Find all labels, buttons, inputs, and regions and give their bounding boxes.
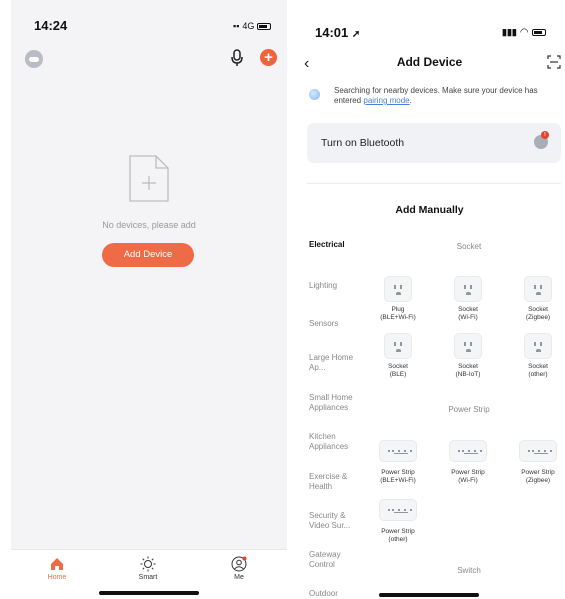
add-device-screen: 14:01 ➚ ▮▮▮ ◠ ‹ Add Device Searching for… [294,0,565,599]
device-protocol: (BLE+Wi-Fi) [380,477,416,484]
tab-smart[interactable]: Smart [118,556,178,581]
device-tile[interactable]: Plug (BLE+Wi-Fi) [373,276,423,322]
category-sensors[interactable]: Sensors [309,319,369,329]
tab-home[interactable]: Home [27,556,87,581]
device-name: Socket [458,306,478,313]
device-name: Plug [391,306,405,313]
power-strip-icon [519,440,557,462]
search-hint-text: Searching for nearby devices. Make sure … [334,86,559,106]
status-indicators: ▮▮▮ ◠ [502,27,546,38]
battery-icon [257,22,272,30]
network-label: 4G [242,21,255,31]
bluetooth-alert-badge: ! [541,131,549,139]
pairing-mode-link[interactable]: pairing mode [363,96,409,105]
device-tile[interactable]: Socket (Zigbee) [513,276,563,322]
device-protocol: (other) [528,371,548,378]
search-hint-end: . [409,96,412,105]
device-name: Power Strip [381,469,415,476]
device-tile[interactable]: Power Strip (other) [373,499,423,544]
status-indicators: ▪▪ 4G [233,21,272,31]
category-large-home-appliances[interactable]: Large Home Ap... [309,353,361,372]
device-protocol: (BLE+Wi-Fi) [380,314,416,321]
sun-icon [140,556,156,572]
category-gateway-control[interactable]: Gateway Control [309,550,359,569]
category-exercise-health[interactable]: Exercise & Health [309,472,361,491]
tab-me[interactable]: Me [209,556,269,581]
socket-icon [454,276,482,302]
power-strip-icon [449,440,487,462]
device-name: Socket [458,363,478,370]
device-protocol: (Zigbee) [525,314,551,321]
category-electrical[interactable]: Electrical [309,240,369,250]
searching-indicator-icon [309,89,320,100]
socket-icon [524,333,552,359]
device-tile[interactable]: Power Strip (BLE+Wi-Fi) [373,440,423,485]
device-protocol: (Wi-Fi) [458,477,478,484]
signal-icon: ▪▪ [233,21,240,31]
divider [307,183,561,184]
device-tile[interactable]: Power Strip (Wi-Fi) [443,440,493,485]
battery-icon [531,29,546,36]
socket-icon [384,276,412,302]
socket-icon [524,276,552,302]
device-name: Socket [528,363,548,370]
tab-me-label: Me [234,574,244,581]
bluetooth-card[interactable]: Turn on Bluetooth ! [307,123,561,163]
home-screen: 14:24 ▪▪ 4G + No devices, please add Add… [11,0,287,599]
bluetooth-label: Turn on Bluetooth [321,137,405,149]
empty-state-text: No devices, please add [102,220,196,230]
microphone-icon[interactable] [229,49,245,67]
device-name: Socket [388,363,408,370]
category-kitchen-appliances[interactable]: Kitchen Appliances [309,432,361,451]
socket-icon [454,333,482,359]
family-avatar-icon[interactable] [25,50,43,68]
device-protocol: (NB-IoT) [455,371,481,378]
status-time: 14:24 [34,18,68,33]
home-icon [51,558,63,570]
device-protocol: (BLE) [389,371,407,378]
device-tile[interactable]: Socket (NB-IoT) [443,333,493,379]
device-name: Power Strip [451,469,485,476]
home-indicator [99,591,199,595]
status-time: 14:01 ➚ [315,25,360,40]
page-title: Add Device [396,55,463,69]
power-strip-icon [379,499,417,521]
group-title-socket: Socket [456,242,482,251]
device-tile[interactable]: Socket (Wi-Fi) [443,276,493,322]
category-small-home-appliances[interactable]: Small Home Appliances [309,393,361,412]
group-title-switch: Switch [457,566,481,575]
socket-icon [384,333,412,359]
bottom-tab-bar: Home Smart Me [11,549,287,599]
power-strip-icon [379,440,417,462]
category-lighting[interactable]: Lighting [309,281,369,291]
add-manually-title: Add Manually [395,204,464,216]
device-tile[interactable]: Power Strip (Zigbee) [513,440,563,485]
profile-icon [231,556,247,572]
wifi-icon: ◠ [519,27,529,38]
add-device-button[interactable]: Add Device [102,243,194,267]
scan-icon[interactable] [547,55,561,69]
add-plus-icon[interactable]: + [260,49,277,66]
location-arrow-icon: ➚ [351,29,361,40]
empty-document-icon [129,155,169,202]
device-tile[interactable]: Socket (other) [513,333,563,379]
device-name: Socket [528,306,548,313]
category-security-video[interactable]: Security & Video Sur... [309,511,359,530]
status-time-text: 14:01 [315,25,349,40]
signal-icon: ▮▮▮ [502,27,517,37]
device-protocol: (Zigbee) [525,477,551,484]
home-indicator [379,593,479,597]
device-name: Power Strip [521,469,555,476]
device-name: Power Strip [381,528,415,535]
category-outdoor[interactable]: Outdoor [309,589,369,599]
tab-home-label: Home [47,574,67,581]
device-protocol: (other) [388,536,408,543]
tab-smart-label: Smart [138,574,158,581]
group-title-power-strip: Power Strip [448,405,490,414]
device-protocol: (Wi-Fi) [458,314,478,321]
device-tile[interactable]: Socket (BLE) [373,333,423,379]
